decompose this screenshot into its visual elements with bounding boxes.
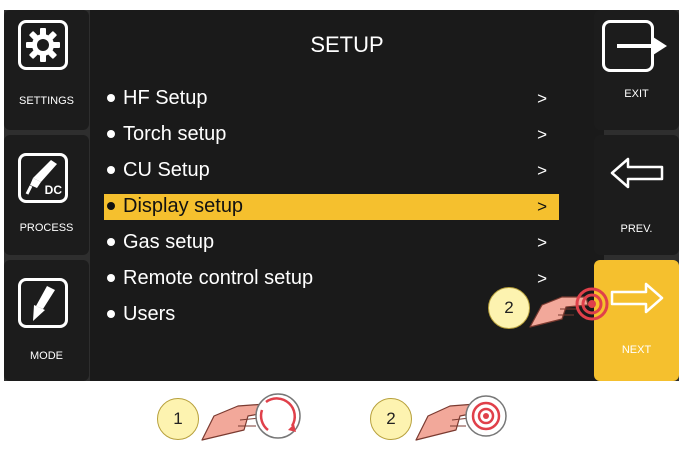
menu-item-label: Remote control setup bbox=[123, 267, 314, 289]
submenu-arrow: > bbox=[537, 125, 547, 144]
settings-button[interactable]: SETTINGS bbox=[4, 10, 89, 130]
gear-icon bbox=[26, 28, 60, 62]
pointing-hand-press-icon bbox=[529, 287, 609, 328]
torch-trigger-icon bbox=[33, 286, 55, 321]
right-arrow-icon bbox=[610, 282, 664, 314]
mode-button[interactable]: MODE bbox=[4, 260, 89, 381]
menu-item-display-setup[interactable]: Display setup > bbox=[104, 194, 559, 220]
exit-arrow-icon bbox=[617, 37, 667, 55]
menu-item-hf-setup[interactable]: HF Setup > bbox=[104, 86, 559, 112]
menu-item-label: Display setup bbox=[123, 195, 244, 217]
menu-item-label: HF Setup bbox=[123, 87, 208, 109]
left-button-column: SETTINGS DC PROCESS MODE bbox=[4, 10, 89, 381]
submenu-arrow: > bbox=[537, 89, 547, 108]
exit-icon-frame bbox=[602, 20, 667, 72]
hand-rotate-knob-icon bbox=[201, 393, 301, 441]
submenu-arrow: > bbox=[537, 161, 547, 180]
menu-item-remote-control-setup[interactable]: Remote control setup > bbox=[104, 266, 559, 292]
menu-item-label: Users bbox=[123, 303, 176, 325]
bullet bbox=[107, 94, 115, 102]
menu-item-gas-setup[interactable]: Gas setup > bbox=[104, 230, 559, 256]
process-icon-frame: DC bbox=[18, 153, 68, 203]
process-label: PROCESS bbox=[19, 222, 74, 234]
exit-label: EXIT bbox=[624, 88, 649, 100]
bullet bbox=[107, 238, 115, 246]
step-callout-2: 2 bbox=[370, 398, 412, 440]
menu-title: SETUP bbox=[310, 32, 384, 57]
menu-item-label: Gas setup bbox=[123, 231, 215, 253]
dc-badge: DC bbox=[44, 183, 62, 197]
mode-label: MODE bbox=[30, 350, 63, 362]
settings-icon-frame bbox=[18, 20, 68, 70]
left-arrow-icon bbox=[610, 157, 664, 189]
step-callout-1: 1 bbox=[157, 398, 199, 440]
menu-item-torch-setup[interactable]: Torch setup > bbox=[104, 122, 559, 148]
bullet bbox=[107, 166, 115, 174]
mode-icon-frame bbox=[18, 278, 68, 328]
submenu-arrow: > bbox=[537, 197, 547, 216]
menu-item-label: CU Setup bbox=[123, 159, 210, 181]
prev-button[interactable]: PREV. bbox=[594, 135, 679, 255]
prev-label: PREV. bbox=[620, 223, 653, 235]
submenu-arrow: > bbox=[537, 233, 547, 252]
exit-button[interactable]: EXIT bbox=[594, 10, 679, 130]
bullet bbox=[107, 130, 115, 138]
bullet bbox=[107, 202, 115, 210]
hand-press-knob-icon bbox=[415, 395, 507, 441]
bullet bbox=[107, 310, 115, 318]
next-label: NEXT bbox=[621, 344, 652, 356]
menu-item-cu-setup[interactable]: CU Setup > bbox=[104, 158, 559, 184]
bullet bbox=[107, 274, 115, 282]
process-button[interactable]: DC PROCESS bbox=[4, 135, 89, 255]
menu-item-label: Torch setup bbox=[123, 123, 227, 145]
settings-label: SETTINGS bbox=[18, 95, 74, 107]
